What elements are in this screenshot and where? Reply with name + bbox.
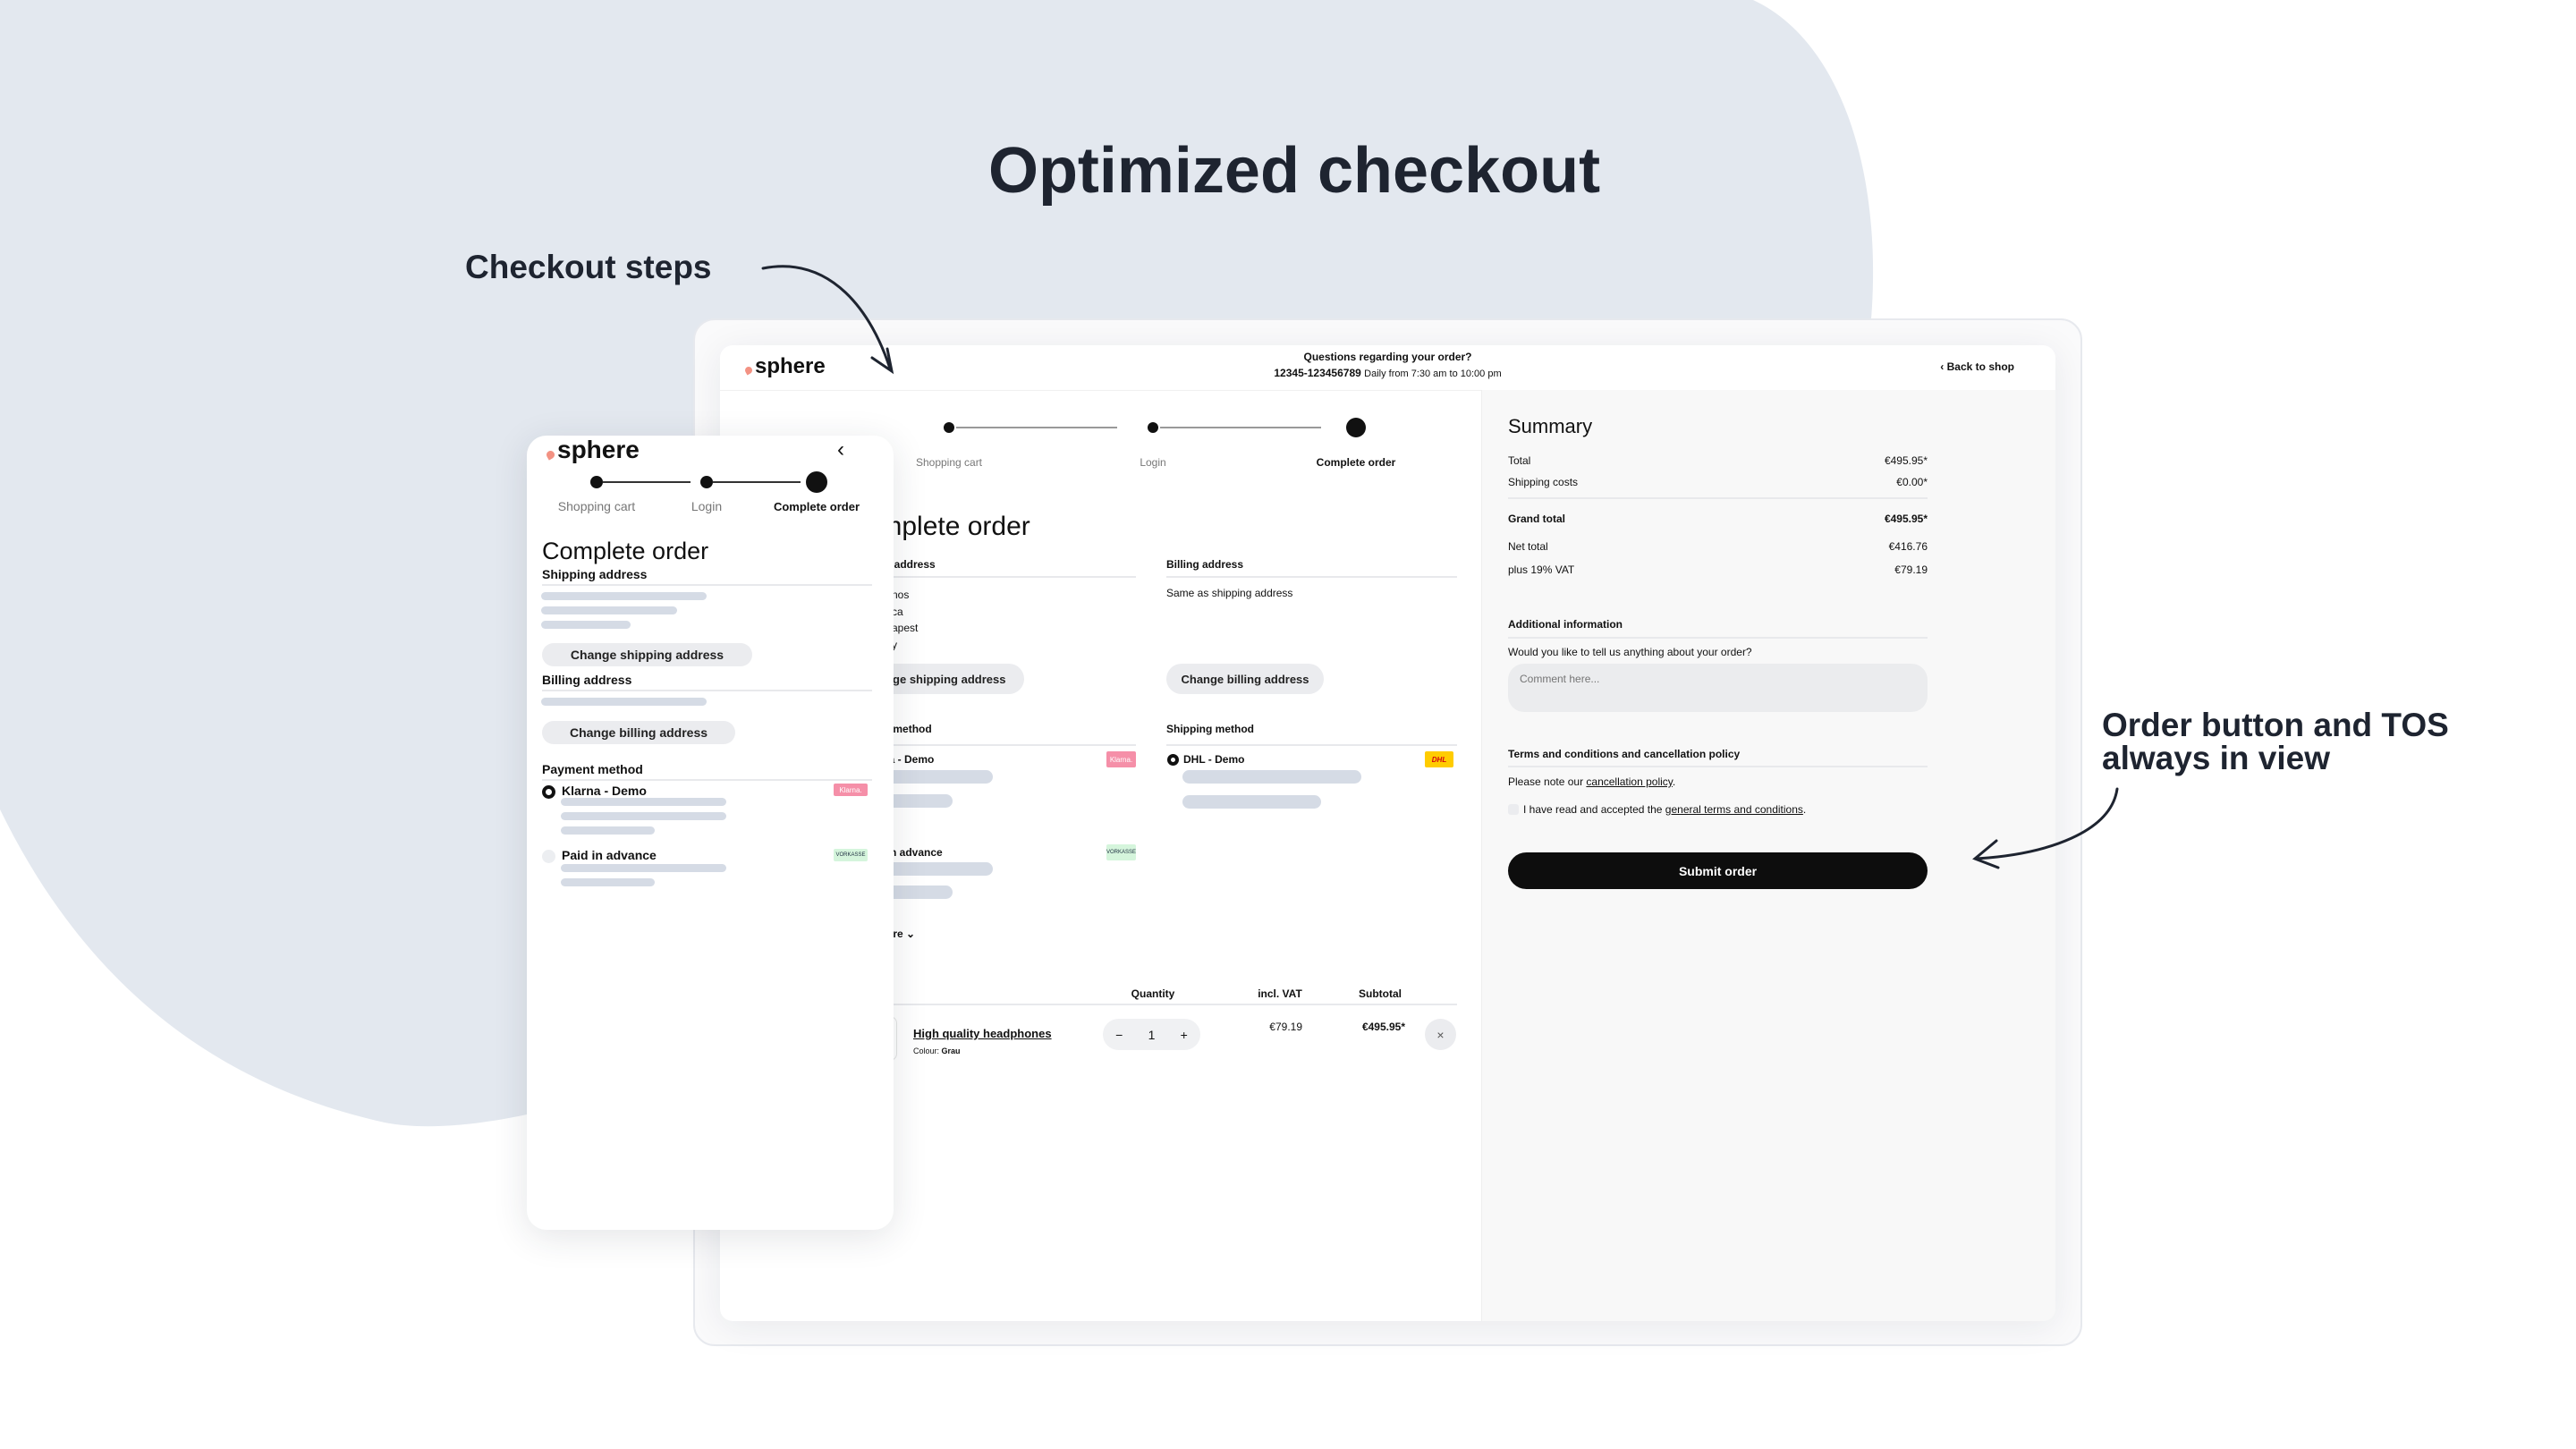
skeleton-line	[561, 812, 726, 820]
skeleton-line	[561, 826, 655, 835]
divider	[542, 779, 872, 781]
billing-address-heading: Billing address	[542, 673, 632, 687]
skeleton-line	[561, 798, 726, 806]
mobile-checkout: sphere ‹ Shopping cart Login Complete or…	[527, 436, 894, 1230]
step-dot	[590, 476, 603, 488]
klarna-badge: Klarna.	[834, 784, 868, 796]
arrow-icon	[761, 265, 894, 375]
arrow-icon	[1972, 787, 2119, 869]
payment-option-klarna[interactable]: Klarna - Demo	[562, 784, 647, 798]
step-connector	[603, 481, 691, 483]
payment-method-heading: Payment method	[542, 762, 643, 776]
step-dot-active	[806, 471, 827, 493]
step-label[interactable]: Login	[653, 499, 760, 513]
step-dot	[700, 476, 713, 488]
skeleton-line	[541, 606, 677, 614]
step-label[interactable]: Shopping cart	[527, 499, 666, 513]
divider	[542, 584, 872, 586]
vorkasse-badge: VORKASSE	[834, 849, 868, 861]
shipping-address-heading: Shipping address	[542, 567, 648, 581]
divider	[542, 690, 872, 691]
page-title: Complete order	[542, 538, 709, 564]
payment-option-advance[interactable]: Paid in advance	[562, 848, 657, 862]
radio-selected[interactable]	[542, 785, 555, 799]
radio-unselected[interactable]	[542, 850, 555, 863]
change-shipping-address-button[interactable]: Change shipping address	[542, 643, 752, 666]
logo-text: sphere	[557, 436, 640, 463]
annotation-arrows	[761, 265, 2119, 869]
step-connector	[713, 481, 801, 483]
skeleton-line	[541, 698, 707, 706]
skeleton-line	[561, 878, 655, 886]
skeleton-line	[541, 621, 631, 629]
skeleton-line	[541, 592, 707, 600]
back-chevron-icon[interactable]: ‹	[837, 437, 844, 462]
logo[interactable]: sphere	[545, 436, 640, 464]
change-billing-address-button[interactable]: Change billing address	[542, 721, 735, 744]
logo-mark-icon	[545, 448, 556, 461]
skeleton-line	[561, 864, 726, 872]
step-label-active: Complete order	[773, 500, 860, 513]
